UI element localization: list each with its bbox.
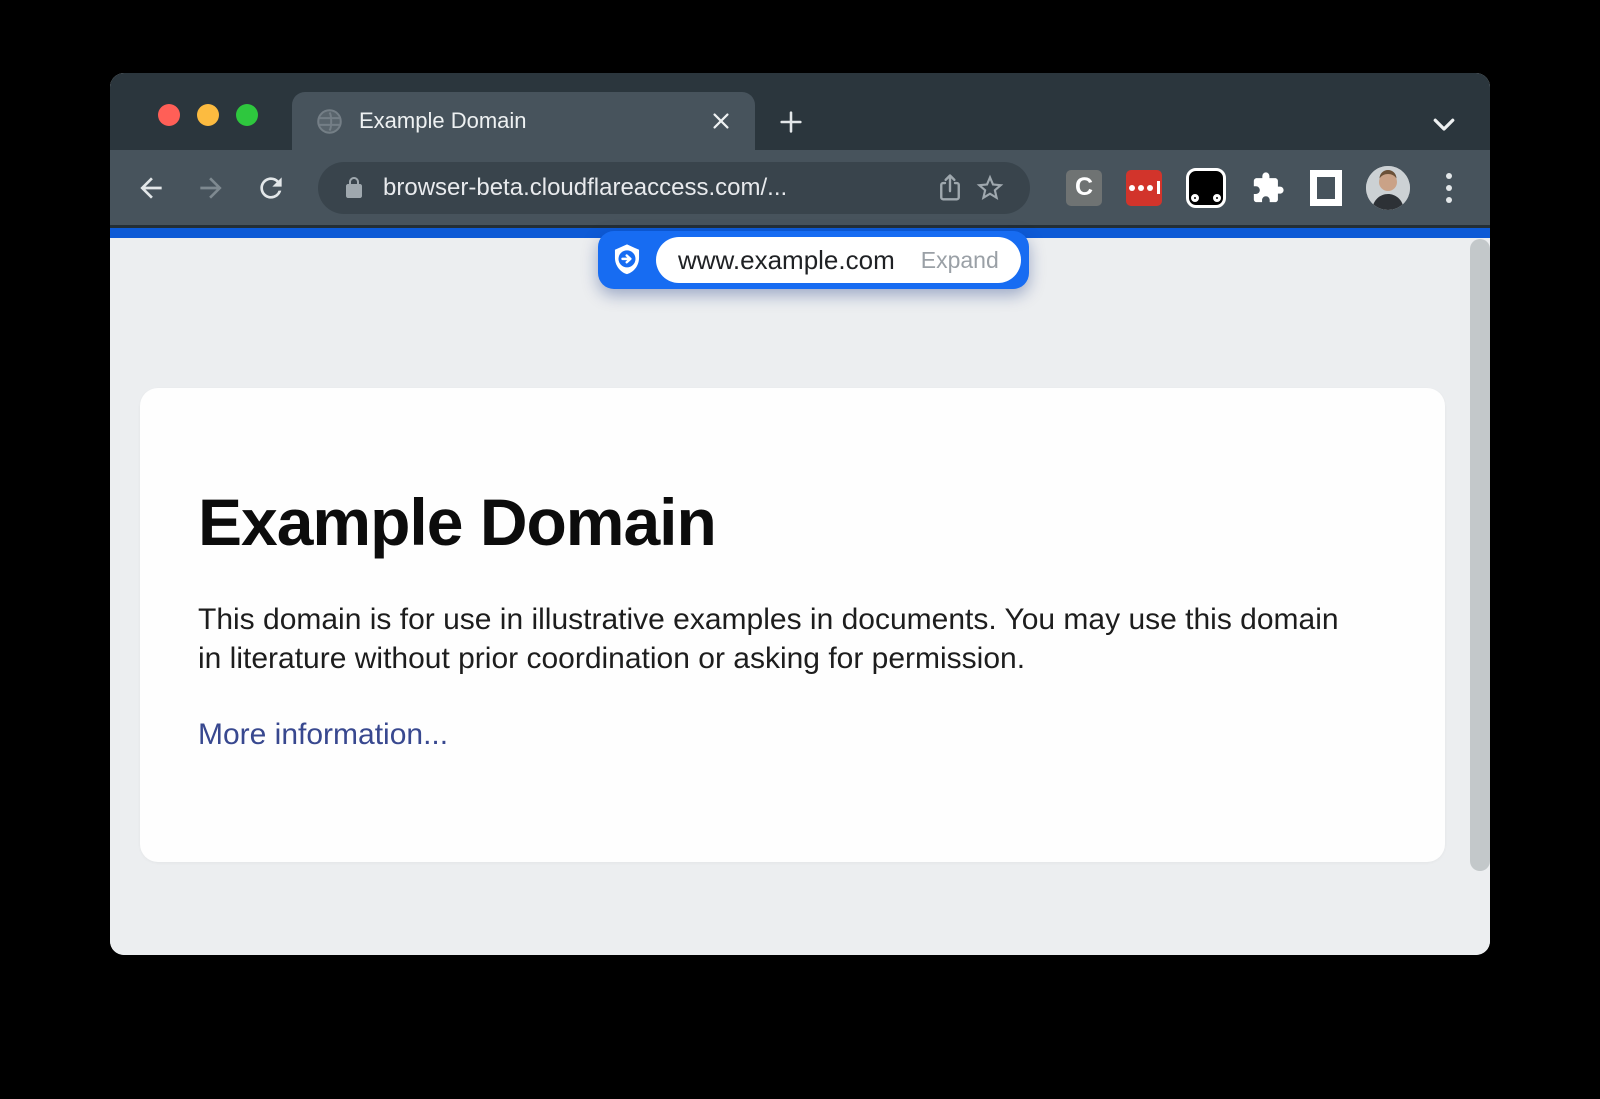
content-card: Example Domain This domain is for use in… (140, 388, 1445, 862)
profile-avatar[interactable] (1366, 166, 1410, 210)
forward-button[interactable] (188, 165, 234, 211)
more-information-link[interactable]: More information... (198, 718, 448, 752)
bookmark-star-button[interactable] (970, 168, 1010, 208)
page-paragraph: This domain is for use in illustrative e… (198, 600, 1353, 678)
page-heading: Example Domain (198, 484, 1365, 560)
close-tab-icon[interactable] (705, 105, 737, 137)
isolation-domain-pill[interactable]: www.example.com Expand (656, 237, 1021, 283)
window-controls (158, 104, 258, 126)
lastpass-extension-icon[interactable] (1126, 170, 1162, 206)
tab-title: Example Domain (359, 108, 705, 134)
browser-tab[interactable]: Example Domain (292, 92, 755, 150)
back-button[interactable] (128, 165, 174, 211)
share-icon (935, 173, 965, 203)
address-bar[interactable]: browser-beta.cloudflareaccess.com/... (318, 162, 1030, 214)
isolation-domain-badge[interactable]: www.example.com Expand (598, 231, 1029, 289)
lock-icon (342, 176, 366, 200)
tab-search-button[interactable] (1426, 106, 1462, 142)
url-text: browser-beta.cloudflareaccess.com/... (383, 174, 930, 202)
star-icon (974, 172, 1006, 204)
goggles-extension-icon[interactable] (1186, 168, 1226, 208)
globe-favicon-icon (316, 108, 343, 135)
toolbar: browser-beta.cloudflareaccess.com/... C (110, 150, 1490, 225)
forward-arrow-icon (195, 172, 227, 204)
browser-window: Example Domain (110, 73, 1490, 955)
puzzle-icon (1251, 171, 1285, 205)
side-panel-button[interactable] (1310, 170, 1342, 206)
new-tab-button[interactable] (772, 103, 810, 141)
zoom-window-button[interactable] (236, 104, 258, 126)
vertical-scrollbar-thumb[interactable] (1470, 239, 1490, 871)
browser-menu-button[interactable] (1434, 168, 1464, 208)
share-button[interactable] (930, 168, 970, 208)
back-arrow-icon (135, 172, 167, 204)
close-window-button[interactable] (158, 104, 180, 126)
shield-arrow-icon (610, 243, 644, 277)
extensions-puzzle-button[interactable] (1250, 170, 1286, 206)
page-viewport: www.example.com Expand Example Domain Th… (110, 238, 1490, 955)
isolated-domain-text: www.example.com (678, 245, 895, 276)
reload-button[interactable] (248, 165, 294, 211)
reload-icon (255, 172, 287, 204)
extensions-row: C (1066, 166, 1490, 210)
avatar-photo (1366, 166, 1410, 210)
extension-c-icon[interactable]: C (1066, 170, 1102, 206)
expand-button[interactable]: Expand (921, 247, 999, 274)
chevron-down-icon (1429, 109, 1459, 139)
plus-icon (777, 108, 805, 136)
titlebar: Example Domain (110, 73, 1490, 150)
minimize-window-button[interactable] (197, 104, 219, 126)
